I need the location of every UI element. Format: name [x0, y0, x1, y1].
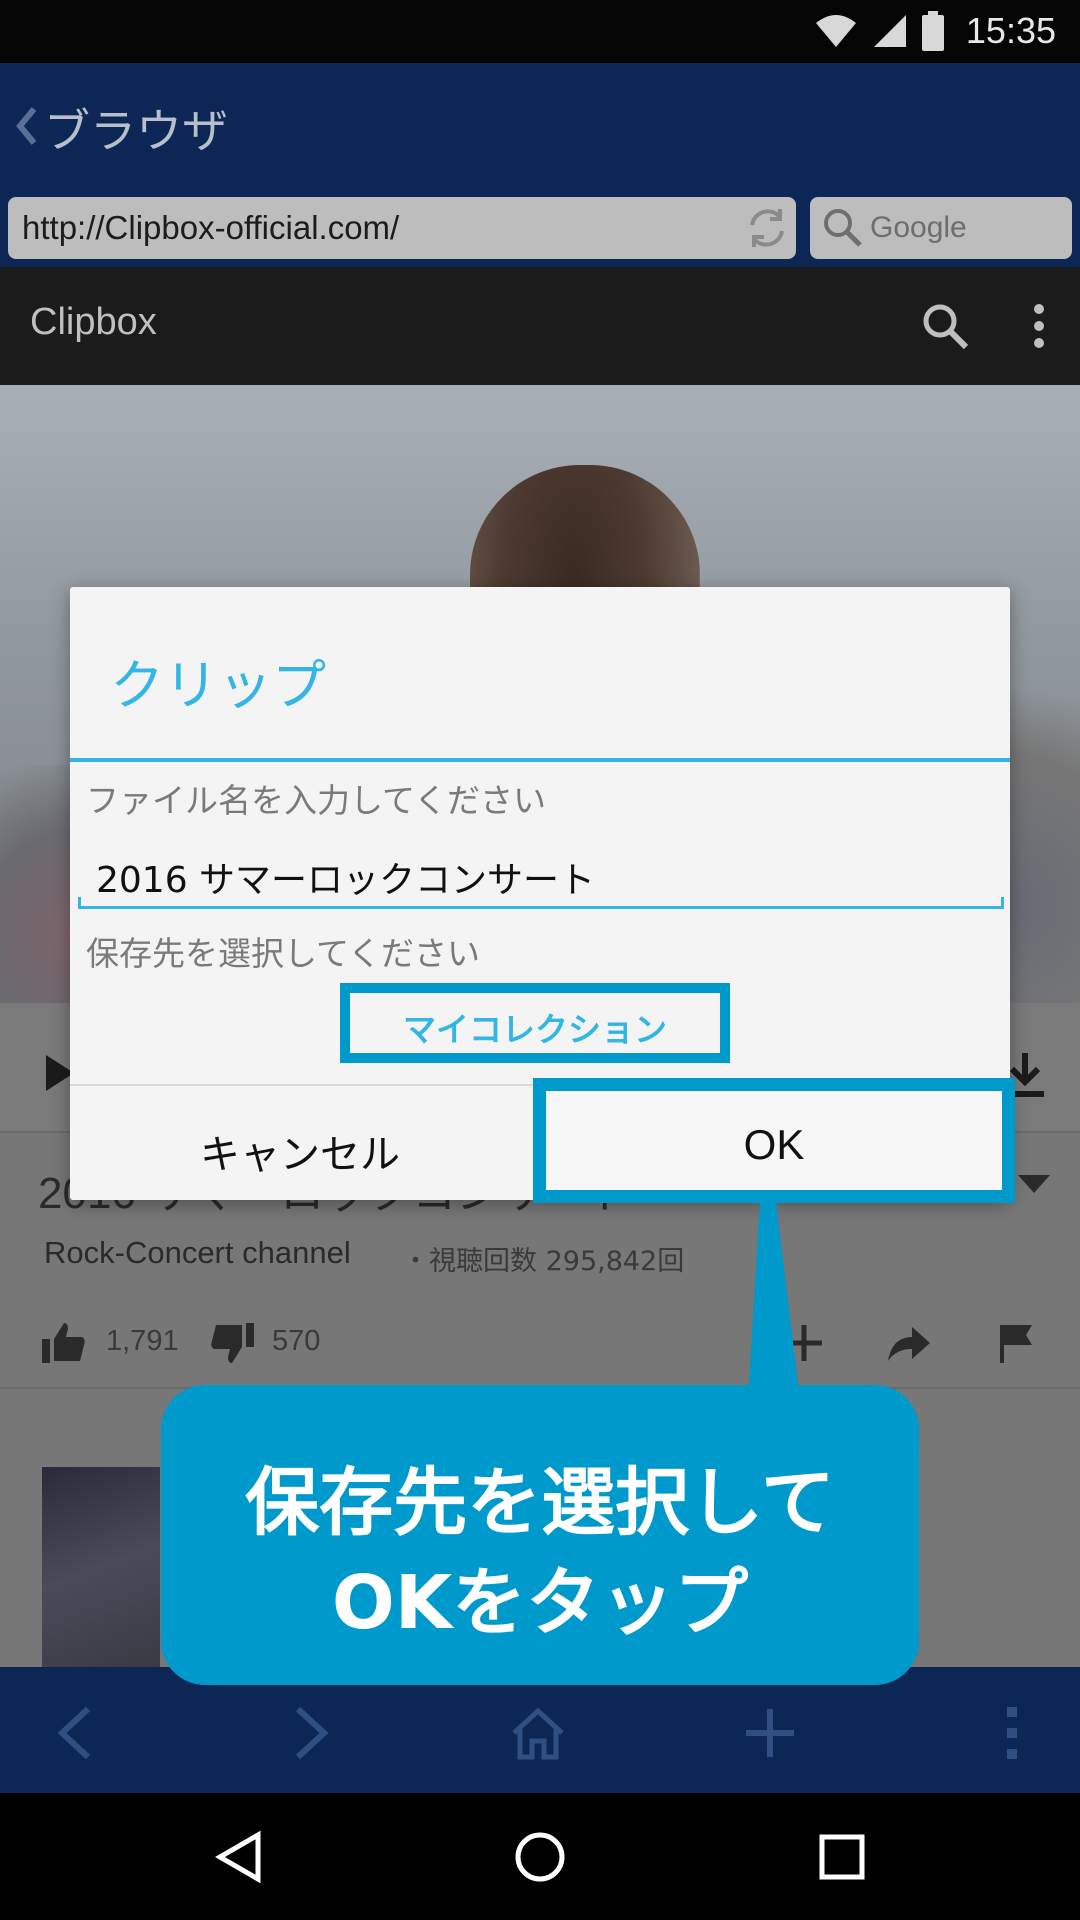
callout-line-1: 保存先を選択して — [245, 1460, 835, 1546]
dislike-count: 570 — [272, 1325, 321, 1357]
clock: 15:35 — [965, 10, 1056, 51]
flag-icon[interactable] — [992, 1319, 1040, 1367]
destination-button[interactable]: マイコレクション — [340, 983, 730, 1063]
url-text[interactable]: http://Clipbox-official.com/ — [22, 209, 399, 247]
home-icon[interactable] — [508, 1703, 568, 1763]
site-toolbar: Clipbox — [0, 267, 1080, 385]
filename-underline — [78, 906, 1004, 909]
browser-toolbar — [0, 1667, 1080, 1793]
thumbs-up-icon[interactable] — [40, 1319, 88, 1367]
filename-underline-tick-right — [1001, 897, 1004, 909]
site-more-icon[interactable] — [1024, 299, 1054, 353]
system-nav-bar — [0, 1793, 1080, 1920]
dialog-title-divider — [70, 758, 1010, 762]
back-icon[interactable] — [48, 1703, 108, 1763]
callout-line-2: OKをタップ — [331, 1560, 749, 1646]
site-name: Clipbox — [30, 301, 157, 343]
app-header: ブラウザ — [0, 63, 1080, 189]
destination-prompt: 保存先を選択してください — [86, 934, 481, 973]
thumbs-down-icon[interactable] — [208, 1319, 256, 1367]
signal-icon — [873, 15, 906, 47]
site-search-icon[interactable] — [918, 299, 972, 353]
like-count: 1,791 — [106, 1325, 179, 1357]
battery-icon — [921, 11, 944, 51]
search-placeholder: Google — [870, 211, 967, 244]
expand-chevron-icon[interactable] — [1016, 1173, 1052, 1195]
new-tab-icon[interactable] — [740, 1703, 800, 1763]
menu-icon[interactable] — [982, 1703, 1042, 1763]
nav-home-icon[interactable] — [512, 1829, 568, 1885]
cancel-button-label: キャンセル — [200, 1132, 400, 1178]
ok-button-label: OK — [743, 1121, 805, 1168]
instruction-callout: 保存先を選択して OKをタップ — [161, 1385, 919, 1685]
filename-field[interactable]: 2016 サマーロックコンサート — [78, 831, 1004, 909]
filename-value[interactable]: 2016 サマーロックコンサート — [96, 851, 595, 903]
forward-icon[interactable] — [278, 1703, 338, 1763]
dialog-title: クリップ — [110, 654, 326, 717]
ok-button[interactable]: OK — [533, 1078, 1015, 1203]
nav-back-icon[interactable] — [212, 1829, 268, 1885]
url-input[interactable]: http://Clipbox-official.com/ — [8, 197, 796, 259]
cancel-button[interactable]: キャンセル — [70, 1086, 530, 1200]
search-icon — [824, 209, 862, 247]
share-icon[interactable] — [884, 1319, 932, 1367]
stats-row: 1,791 570 — [0, 1305, 1080, 1389]
filename-underline-tick-left — [78, 897, 81, 909]
nav-recents-icon[interactable] — [814, 1829, 870, 1885]
view-count: ・視聴回数 295,842回 — [402, 1246, 685, 1277]
related-video-thumbnail[interactable] — [42, 1467, 160, 1667]
destination-button-label: マイコレクション — [403, 1010, 667, 1049]
wifi-icon — [815, 15, 856, 47]
header-title[interactable]: ブラウザ — [44, 95, 228, 161]
search-input[interactable]: Google — [810, 197, 1072, 259]
channel-name[interactable]: Rock-Concert channel — [44, 1235, 351, 1271]
address-bar-row: http://Clipbox-official.com/ Google — [0, 189, 1080, 267]
status-bar: 15:35 — [0, 0, 1080, 63]
reload-icon[interactable] — [742, 203, 792, 253]
add-icon[interactable] — [780, 1319, 828, 1367]
channel-row: Rock-Concert channel ・視聴回数 295,842回 — [0, 1229, 1080, 1289]
filename-prompt: ファイル名を入力してください — [86, 781, 547, 820]
back-chevron-icon[interactable] — [8, 99, 48, 153]
